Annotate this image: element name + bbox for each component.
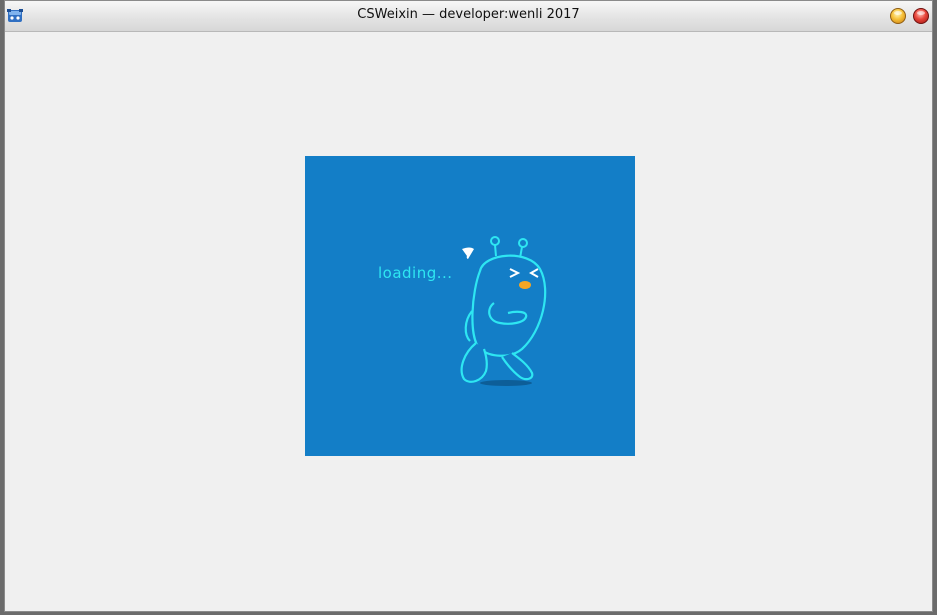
title-bar[interactable]: CSWeixin — developer:wenli 2017: [5, 1, 932, 32]
window-title: CSWeixin — developer:wenli 2017: [357, 7, 580, 22]
close-icon[interactable]: [913, 8, 929, 24]
minimize-icon[interactable]: [890, 8, 906, 24]
loading-label: loading...: [378, 264, 453, 282]
loading-splash: loading...: [305, 156, 635, 456]
mascot-illustration: [460, 236, 547, 386]
main-content: loading...: [5, 32, 932, 611]
app-window: CSWeixin — developer:wenli 2017 loading.…: [4, 0, 933, 612]
